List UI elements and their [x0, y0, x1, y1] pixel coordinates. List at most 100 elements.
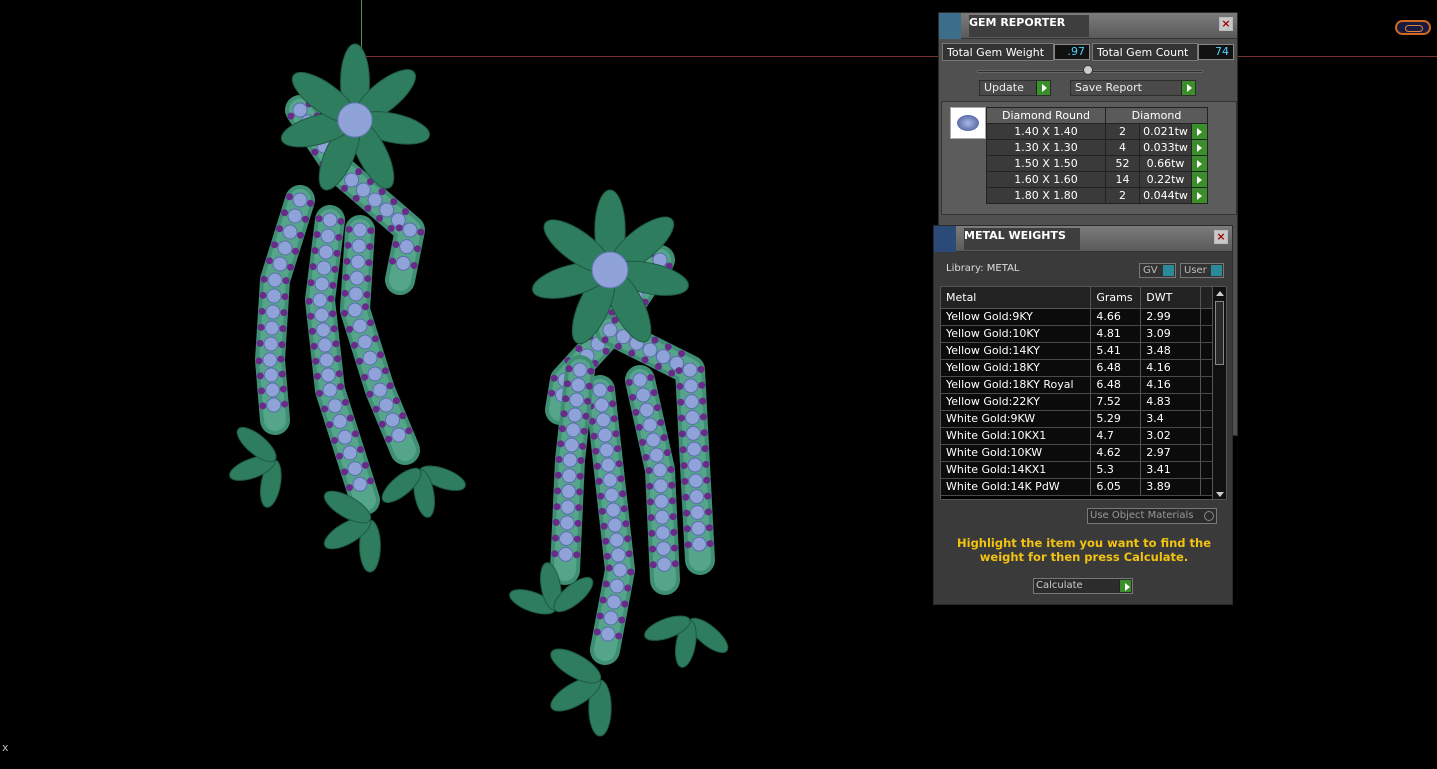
metal-weights-titlebar[interactable]: METAL WEIGHTS ×	[934, 226, 1232, 252]
pave-stone	[652, 462, 668, 478]
accent-stone	[697, 365, 705, 373]
pave-stone	[317, 337, 333, 353]
table-row[interactable]: White Gold:14KX1 5.3 3.41	[941, 461, 1213, 479]
grams-column-header[interactable]: Grams	[1090, 287, 1142, 309]
gv-toggle[interactable]: GV	[1139, 263, 1176, 278]
accent-stone	[609, 400, 617, 408]
select-arrow-icon[interactable]	[1191, 171, 1208, 188]
gem-row[interactable]: 1.40 X 1.40 2 0.021tw	[986, 123, 1208, 140]
gem-reporter-titlebar[interactable]: GEM REPORTER ×	[939, 13, 1237, 39]
accent-stone	[333, 249, 341, 257]
metal-grams: 4.81	[1090, 325, 1142, 343]
radio-indicator-icon	[1204, 511, 1214, 521]
pave-stone	[263, 367, 279, 383]
pave-stone	[656, 541, 672, 557]
accent-stone	[332, 340, 340, 348]
accent-stone	[580, 427, 588, 435]
accent-stone	[554, 487, 562, 495]
scroll-up-arrow-icon[interactable]	[1216, 291, 1224, 296]
pave-stone	[645, 432, 661, 448]
select-arrow-icon[interactable]	[1191, 123, 1208, 140]
gem-slider-handle[interactable]	[1083, 65, 1093, 75]
metal-dwt: 3.09	[1140, 325, 1202, 343]
scroll-thumb[interactable]	[1215, 301, 1224, 365]
metal-name: Yellow Gold:18KY Royal	[941, 376, 1092, 394]
table-row[interactable]: Yellow Gold:10KY 4.81 3.09	[941, 325, 1213, 343]
table-row[interactable]: White Gold:10KX1 4.7 3.02	[941, 427, 1213, 445]
accent-stone	[601, 336, 609, 344]
accent-stone	[259, 291, 267, 299]
select-arrow-icon[interactable]	[1191, 139, 1208, 156]
row-spacer	[1200, 342, 1213, 360]
pave-stone	[609, 532, 625, 548]
accent-stone	[551, 534, 559, 542]
table-row[interactable]: White Gold:9KW 5.29 3.4	[941, 410, 1213, 428]
metal-column-header[interactable]: Metal	[941, 287, 1092, 309]
table-row[interactable]: Yellow Gold:18KY 6.48 4.16	[941, 359, 1213, 377]
table-row[interactable]: Yellow Gold:22KY 7.52 4.83	[941, 393, 1213, 411]
accent-stone	[315, 215, 323, 223]
pave-stone	[600, 457, 616, 473]
scroll-down-arrow-icon[interactable]	[1216, 492, 1224, 497]
accent-stone	[620, 505, 628, 513]
gem-row[interactable]: 1.50 X 1.50 52 0.66tw	[986, 155, 1208, 172]
close-icon[interactable]: ×	[1219, 17, 1233, 31]
calculate-button[interactable]: Calculate	[1033, 578, 1133, 594]
select-arrow-icon[interactable]	[1191, 155, 1208, 172]
select-arrow-icon[interactable]	[1191, 187, 1208, 204]
save-report-button[interactable]: Save Report	[1070, 80, 1196, 96]
metal-table-scrollbar[interactable]	[1212, 287, 1226, 499]
pave-stone	[609, 578, 625, 594]
pave-stone	[682, 362, 698, 378]
table-row[interactable]: Yellow Gold:14KY 5.41 3.48	[941, 342, 1213, 360]
accent-stone	[629, 393, 637, 401]
pave-stone	[562, 452, 578, 468]
pave-stone	[263, 336, 279, 352]
accent-stone	[668, 369, 676, 377]
accent-stone	[341, 289, 349, 297]
pave-stone	[344, 172, 360, 188]
accent-stone	[642, 453, 650, 461]
view-navigator-icon[interactable]	[1395, 20, 1431, 35]
table-row[interactable]: White Gold:14K PdW 6.05 3.89	[941, 478, 1213, 496]
update-button[interactable]: Update	[979, 80, 1051, 96]
accent-stone	[276, 225, 284, 233]
pave-stone	[262, 352, 278, 368]
table-row[interactable]: Yellow Gold:9KY 4.66 2.99	[941, 308, 1213, 326]
accent-stone	[282, 277, 290, 285]
accent-stone	[553, 503, 561, 511]
gem-size: 1.30 X 1.30	[986, 139, 1106, 156]
accent-stone	[366, 243, 374, 251]
pave-stone	[569, 392, 585, 408]
center-stone	[337, 102, 373, 138]
gem-weight: 0.044tw	[1139, 187, 1192, 204]
accent-stone	[592, 447, 600, 455]
accent-stone	[675, 367, 683, 375]
gem-row[interactable]: 1.60 X 1.60 14 0.22tw	[986, 171, 1208, 188]
pave-stone	[683, 378, 699, 394]
dwt-column-header[interactable]: DWT	[1140, 287, 1202, 309]
toggle-indicator-icon	[1163, 265, 1174, 276]
pave-stone	[351, 238, 367, 254]
pave-stone	[653, 493, 669, 509]
user-toggle[interactable]: User	[1180, 263, 1224, 278]
earring-model[interactable]	[0, 0, 930, 769]
pave-stone	[349, 270, 365, 286]
accent-stone	[366, 390, 374, 398]
pave-stone	[561, 483, 577, 499]
gem-table-area: Diamond Round Diamond 1.40 X 1.40 2 0.02…	[941, 101, 1237, 215]
gem-row[interactable]: 1.80 X 1.80 2 0.044tw	[986, 187, 1208, 204]
table-row[interactable]: White Gold:10KW 4.62 2.97	[941, 444, 1213, 462]
gem-row[interactable]: 1.30 X 1.30 4 0.033tw	[986, 139, 1208, 156]
use-object-materials-toggle[interactable]: Use Object Materials	[1087, 508, 1217, 524]
pave-stone	[600, 626, 616, 642]
accent-stone	[657, 419, 665, 427]
pave-stone	[379, 202, 395, 218]
accent-stone	[649, 561, 657, 569]
table-row[interactable]: Yellow Gold:18KY Royal 6.48 4.16	[941, 376, 1213, 394]
pave-stone	[320, 228, 336, 244]
accent-stone	[683, 509, 691, 517]
pave-stone	[594, 397, 610, 413]
close-icon[interactable]: ×	[1214, 230, 1228, 244]
accent-stone	[341, 309, 349, 317]
